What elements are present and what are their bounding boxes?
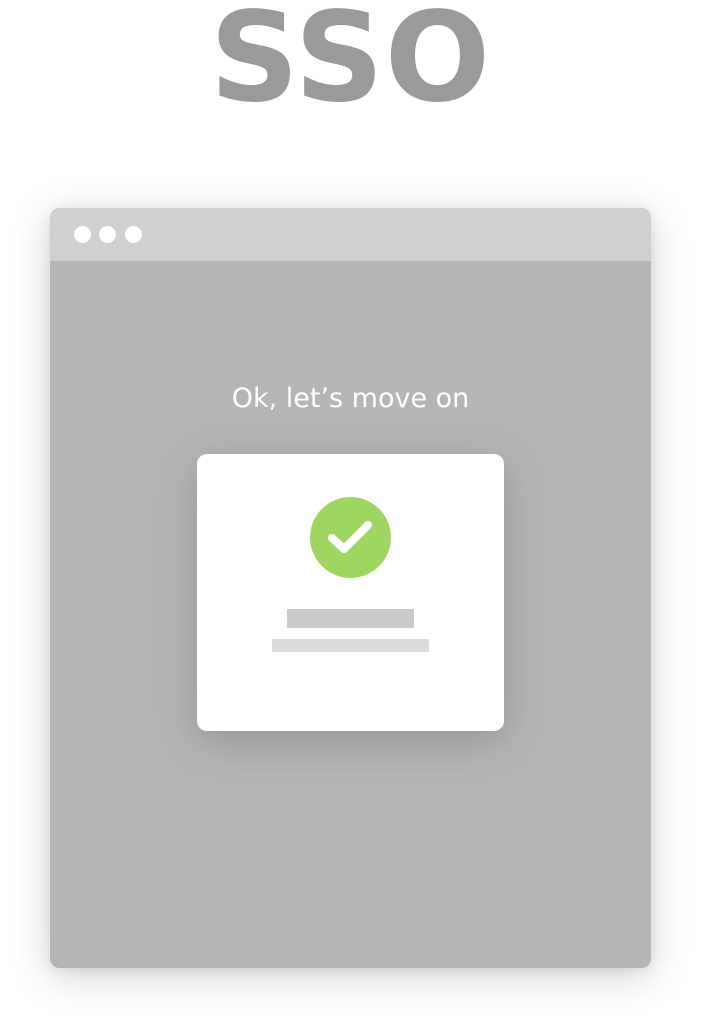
- placeholder-title-bar: [287, 609, 414, 628]
- browser-viewport: Ok, let’s move on: [50, 261, 651, 968]
- window-dot-icon: [74, 226, 91, 243]
- browser-titlebar: [50, 208, 651, 261]
- browser-window: Ok, let’s move on: [50, 208, 651, 968]
- status-message: Ok, let’s move on: [231, 383, 470, 414]
- success-card: [197, 454, 504, 731]
- window-dot-icon: [125, 226, 142, 243]
- sso-heading: SSO: [209, 0, 492, 130]
- window-dot-icon: [99, 226, 116, 243]
- check-circle-icon: [310, 497, 391, 578]
- placeholder-subtitle-bar: [272, 639, 429, 652]
